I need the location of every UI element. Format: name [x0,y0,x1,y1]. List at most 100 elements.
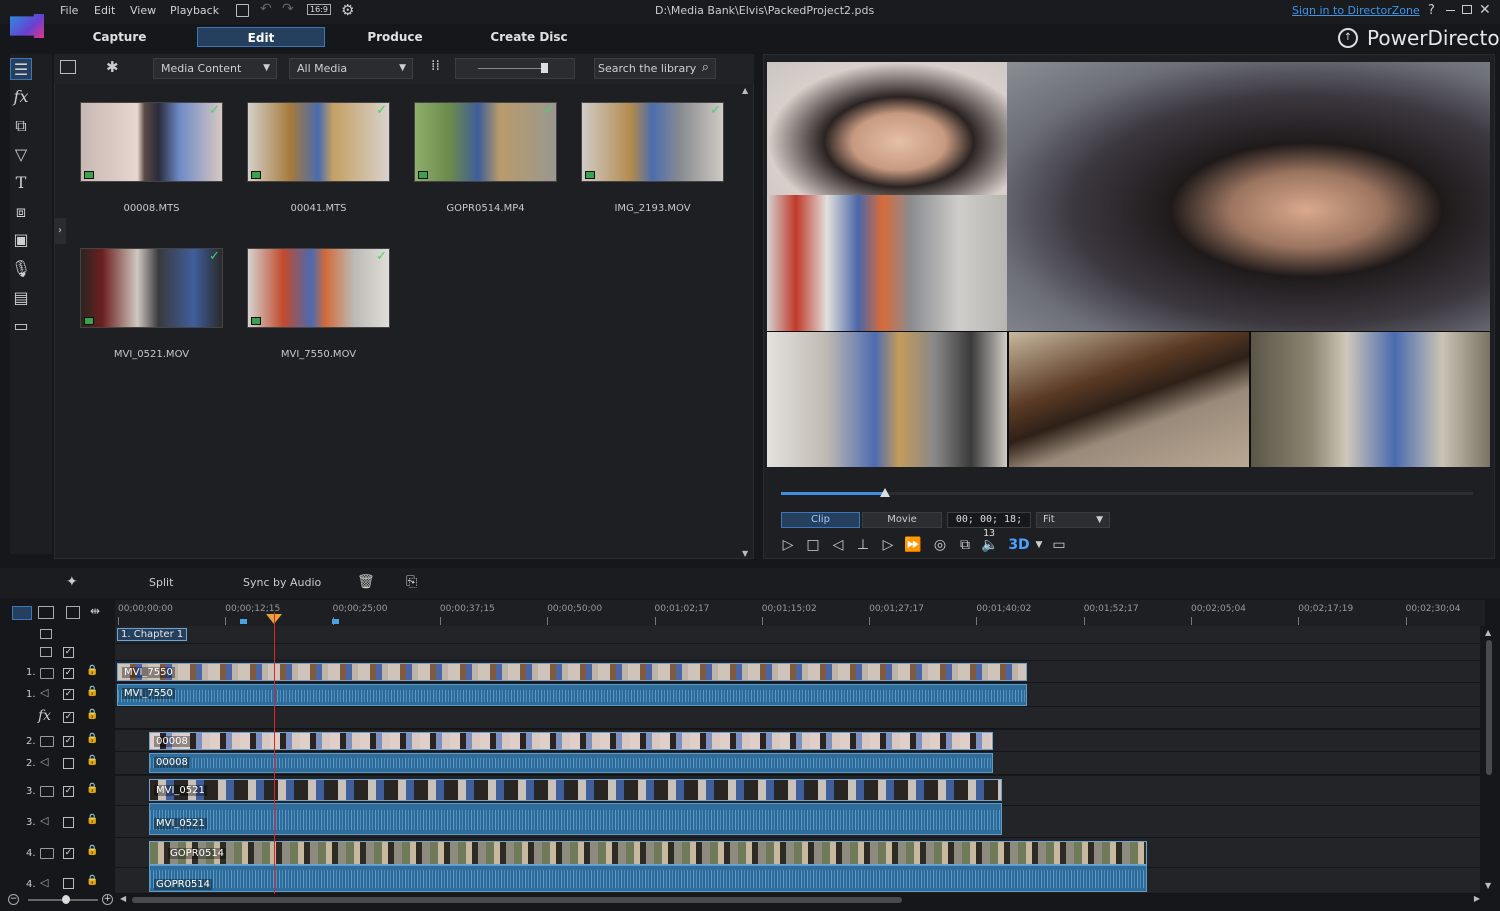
subtitle-preview-icon[interactable]: ▭ [1050,536,1068,554]
track-enable-checkbox[interactable] [63,758,74,769]
chapter-room-icon[interactable]: ▤ [10,287,32,309]
track-enable-checkbox[interactable]: ✓ [63,736,74,747]
audio-clip[interactable]: MVI_7550 [117,684,1027,706]
search-icon[interactable]: ⌕ [702,58,709,77]
lock-icon[interactable]: 🔒 [86,733,98,744]
track-enable-checkbox[interactable] [63,817,74,828]
lock-icon[interactable]: 🔒 [86,783,98,794]
media-thumbnail[interactable]: ✓ [247,248,390,328]
timeline-horizontal-scrollbar[interactable]: ◀ ▶ [120,894,1480,905]
video-clip[interactable]: MVI_7550 [117,663,1027,681]
lock-icon[interactable]: 🔒 [86,755,98,766]
playhead-line[interactable] [274,612,275,894]
menu-view[interactable]: View [130,4,156,17]
save-icon[interactable] [236,4,249,17]
scrubber-thumb[interactable] [879,488,890,497]
fast-forward-icon[interactable]: ⏩ [904,536,922,554]
video-clip[interactable]: GOPR0514 [149,841,1147,865]
volume-icon[interactable]: 🔈 [981,536,999,554]
track-enable-checkbox[interactable] [63,878,74,889]
redo-icon[interactable]: ↷ [282,1,294,17]
track-enable-checkbox[interactable]: ✓ [63,668,74,679]
scroll-up-icon[interactable]: ▲ [742,86,748,95]
media-thumbnail[interactable]: ✓ [414,102,557,182]
zoom-in-icon[interactable]: + [102,894,113,905]
video-clip[interactable]: MVI_0521 [149,779,1002,801]
preview-scrubber[interactable] [781,488,1473,497]
track-enable-checkbox[interactable]: ✓ [63,848,74,859]
video-clip[interactable]: 00008 [149,732,993,750]
zoom-thumb[interactable] [62,895,70,904]
particle-room-icon[interactable]: ▽ [10,144,32,166]
scroll-thumb[interactable] [1486,640,1492,775]
zoom-slider[interactable] [28,895,98,904]
timeline-vertical-scrollbar[interactable]: ▲ ▼ [1484,628,1494,890]
menu-playback[interactable]: Playback [170,4,219,17]
next-frame-icon[interactable]: ▷ [879,536,897,554]
scroll-left-icon[interactable]: ◀ [120,894,126,903]
lock-icon[interactable]: 🔒 [86,845,98,856]
title-room-icon[interactable]: T [10,172,32,194]
previous-frame-icon[interactable]: ◁ [829,536,847,554]
plugin-icon[interactable]: ✱ [106,58,119,76]
undock-icon[interactable]: ⧉ [956,536,974,554]
track-enable-checkbox[interactable]: ✓ [63,647,74,658]
media-thumbnail[interactable]: ✓ [80,248,223,328]
track-enable-checkbox[interactable]: ✓ [63,786,74,797]
search-input[interactable]: Search the library ⌕ [594,58,716,79]
marker-icon[interactable] [332,619,339,624]
edit-properties-icon[interactable]: ⎘ [406,574,417,590]
stop-icon[interactable]: □ [804,536,822,554]
slider-thumb[interactable] [541,63,548,73]
scroll-down-icon[interactable]: ▼ [1485,881,1491,890]
scroll-down-icon[interactable]: ▼ [742,549,748,558]
minimize-icon[interactable] [1446,10,1455,11]
media-thumbnail[interactable]: ✓ [247,102,390,182]
fit-dropdown[interactable]: Fit ▼ [1036,512,1110,528]
menu-edit[interactable]: Edit [94,4,115,17]
help-icon[interactable]: ? [1428,3,1435,18]
settings-icon[interactable]: ⚙ [341,1,354,19]
voiceover-icon[interactable]: 🎙 [10,258,32,280]
thumbnail-size-slider[interactable] [455,58,575,79]
sync-by-audio-button[interactable]: Sync by Audio [243,576,321,589]
aspect-ratio-button[interactable]: 16:9 [307,4,331,15]
lock-icon[interactable]: 🔒 [86,814,98,825]
magic-tools-icon[interactable]: ✦ [66,574,78,590]
fx-room-icon[interactable]: fx [10,86,32,108]
audio-clip[interactable]: 00008 [149,753,993,773]
close-icon[interactable]: ✕ [1479,2,1491,18]
marker-icon[interactable] [240,619,247,624]
undo-icon[interactable]: ↶ [260,1,272,17]
scroll-thumb[interactable] [132,897,902,903]
import-media-icon[interactable] [60,60,76,74]
tab-create-disc[interactable]: Create Disc [478,27,580,47]
trim-icon[interactable]: ⊥ [854,536,872,554]
split-button[interactable]: Split [149,576,173,589]
fit-timeline-icon[interactable]: ⇹ [90,604,100,618]
subtitle-room-icon[interactable]: ▭ [10,315,32,337]
menu-file[interactable]: File [60,4,78,17]
audio-clip[interactable]: MVI_0521 [149,803,1002,835]
restore-icon[interactable] [1462,5,1472,14]
all-media-dropdown[interactable]: All Media ▼ [289,58,413,79]
scroll-up-icon[interactable]: ▲ [1485,628,1491,637]
lock-icon[interactable]: 🔒 [86,709,98,720]
track-enable-checkbox[interactable]: ✓ [63,689,74,700]
media-thumbnail[interactable]: ✓ [581,102,724,182]
audio-clip[interactable]: GOPR0514 [149,865,1147,892]
play-icon[interactable]: ▷ [779,536,797,554]
grid-view-icon[interactable]: ⁞⁞ [431,58,440,74]
pip-room-icon[interactable]: ⧉ [10,115,32,137]
media-thumbnail[interactable]: ✓ [80,102,223,182]
track-enable-checkbox[interactable]: ✓ [63,712,74,723]
lock-icon[interactable]: 🔒 [86,875,98,886]
media-content-dropdown[interactable]: Media Content ▼ [153,58,277,79]
clip-mode-button[interactable]: Clip [781,512,860,528]
3d-mode-icon[interactable]: 3D [1008,536,1030,554]
scroll-right-icon[interactable]: ▶ [1474,894,1480,903]
lock-icon[interactable]: 🔒 [86,686,98,697]
chevron-down-icon[interactable]: ▼ [1030,536,1048,554]
sign-in-link[interactable]: Sign in to DirectorZone [1292,4,1420,17]
chapter-marker[interactable]: 1. Chapter 1 [117,628,188,641]
